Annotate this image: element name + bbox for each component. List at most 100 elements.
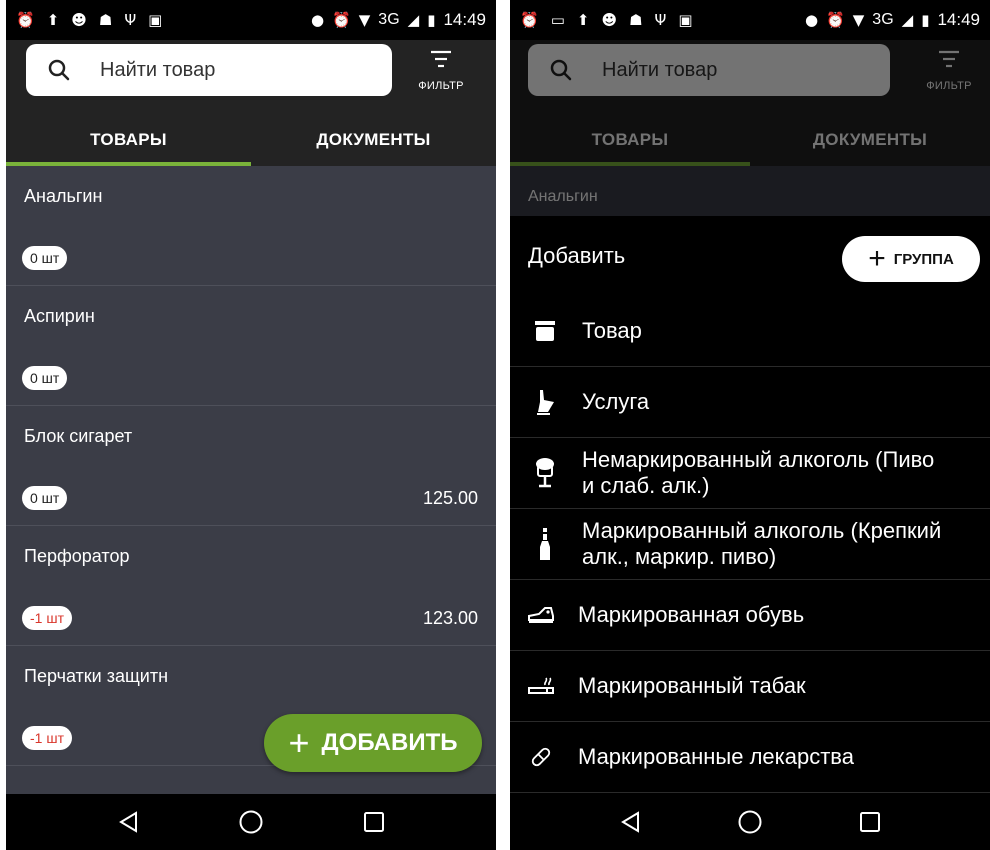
bottle-icon (528, 527, 562, 561)
android-icon: ☻ (601, 10, 618, 29)
menu-item-marked-alcohol[interactable]: Маркированный алкоголь (Крепкий алк., ма… (510, 509, 990, 580)
menu-item-label: Маркированный табак (578, 672, 806, 698)
menu-item-unmarked-alcohol[interactable]: Немаркированный алкоголь (Пиво и слаб. а… (510, 438, 990, 509)
back-triangle-icon (621, 811, 639, 833)
plus-icon: + (288, 722, 310, 763)
product-name: Блок сигарет (24, 426, 133, 446)
menu-item-label: Маркированный алкоголь (Крепкий алк., ма… (582, 518, 941, 571)
image-icon: ▣ (148, 10, 163, 29)
list-item[interactable]: Блок сигарет 0 шт 125.00 (6, 406, 496, 526)
product-name: Анальгин (24, 186, 103, 206)
battery-icon: ▮ (427, 10, 436, 29)
product-name: Аспирин (24, 306, 95, 326)
network-type: 3G (872, 11, 894, 28)
menu-item-label: Маркированная обувь (578, 601, 805, 627)
product-list: Анальгин 0 шт Аспирин 0 шт Блок сигарет … (6, 166, 496, 794)
recents-square-icon (364, 812, 385, 832)
box-icon (528, 319, 562, 343)
network-type: 3G (378, 11, 400, 28)
signal-icon: ◢ (901, 10, 914, 29)
menu-item-label: Маркированные лекарства (578, 743, 854, 769)
alarm-icon: ⏰ (332, 10, 351, 29)
menu-item-service[interactable]: Услуга (510, 367, 990, 438)
usb-icon: Ψ (654, 10, 667, 29)
image-icon: ▭ (550, 10, 565, 29)
android-icon: ☻ (71, 10, 87, 29)
product-name: Перчатки защитн (24, 666, 169, 686)
home-circle-icon (738, 810, 762, 834)
quantity-badge: 0 шт (22, 486, 68, 510)
wifi-icon: ▼ (852, 10, 865, 29)
menu-item-label: Товар (582, 317, 642, 343)
menu-item-label-line2: алк., маркир. пиво) (582, 544, 777, 569)
alarm-icon: ⏰ (826, 10, 845, 29)
image-icon: ▣ (678, 10, 693, 29)
quantity-badge: 0 шт (22, 246, 68, 270)
add-group-button[interactable]: + ГРУППА (842, 236, 980, 282)
quantity-badge: -1 шт (22, 726, 72, 750)
alarm-icon: ⏰ (520, 10, 539, 29)
quantity-badge: 0 шт (22, 366, 68, 390)
status-time: 14:49 (443, 10, 486, 29)
search-icon (48, 59, 70, 81)
phone-add-sheet-screen: ⏰ ▭ ⬆ ☻ ☗ Ψ ▣ ● ⏰ ▼ 3G ◢ ▮ 14:49 Найти т… (510, 0, 990, 850)
recents-button[interactable] (850, 802, 890, 842)
menu-item-marked-medicine[interactable]: Маркированные лекарства (510, 722, 990, 793)
menu-item-marked-tobacco[interactable]: Маркированный табак (510, 651, 990, 722)
battery-icon: ▮ (921, 10, 930, 29)
menu-item-label: Услуга (582, 388, 650, 414)
tab-bar: ТОВАРЫ ДОКУМЕНТЫ (6, 114, 496, 166)
filter-label: ФИЛЬТР (418, 80, 464, 92)
phone-products-screen: ⏰ ⬆ ☻ ☗ Ψ ▣ ● ⏰ ▼ 3G ◢ ▮ 14:49 Найти тов… (6, 0, 496, 850)
quantity-badge: -1 шт (22, 606, 72, 630)
shoe-icon (524, 606, 558, 624)
cigarette-icon (524, 675, 558, 697)
pill-icon (524, 745, 558, 769)
sheet-title: Добавить (528, 243, 626, 268)
beer-glass-icon (528, 457, 562, 489)
menu-item-product[interactable]: Товар (510, 296, 990, 367)
product-price: 125.00 (422, 488, 478, 508)
wifi-icon: ▼ (358, 10, 371, 29)
sheet-header: Добавить + ГРУППА (510, 216, 990, 296)
product-name: Перфоратор (24, 546, 130, 566)
home-button[interactable] (730, 802, 770, 842)
android-icon: ☗ (629, 10, 643, 29)
plus-icon: + (868, 242, 886, 275)
upload-icon: ⬆ (576, 10, 590, 29)
search-input[interactable] (100, 58, 360, 82)
back-button[interactable] (610, 802, 650, 842)
list-item[interactable]: Перфоратор -1 шт 123.00 (6, 526, 496, 646)
add-button[interactable]: + ДОБАВИТЬ (264, 714, 482, 772)
app-header: ФИЛЬТР ТОВАРЫ ДОКУМЕНТЫ (6, 40, 496, 166)
home-circle-icon (239, 810, 263, 834)
product-price: 123.00 (422, 608, 478, 628)
back-button[interactable] (108, 802, 148, 842)
android-icon: ☗ (98, 10, 113, 29)
menu-item-label-line2: и слаб. алк.) (582, 473, 710, 498)
list-item[interactable]: Анальгин 0 шт (6, 166, 496, 286)
recents-square-icon (860, 812, 880, 832)
tab-products[interactable]: ТОВАРЫ (6, 114, 251, 166)
tab-documents[interactable]: ДОКУМЕНТЫ (251, 114, 496, 166)
group-button-label: ГРУППА (893, 250, 954, 268)
back-triangle-icon (118, 811, 137, 833)
dim-overlay[interactable] (510, 40, 990, 216)
recents-button[interactable] (354, 802, 394, 842)
search-bar[interactable] (26, 44, 392, 96)
menu-item-marked-shoes[interactable]: Маркированная обувь (510, 580, 990, 651)
status-bar: ⏰ ▭ ⬆ ☻ ☗ Ψ ▣ ● ⏰ ▼ 3G ◢ ▮ 14:49 (510, 0, 990, 40)
menu-item-label: Немаркированный алкоголь (Пиво и слаб. а… (582, 447, 934, 500)
signal-icon: ◢ (407, 10, 420, 29)
menu-item-label-line1: Маркированный алкоголь (Крепкий (582, 517, 942, 543)
list-item[interactable]: Аспирин 0 шт (6, 286, 496, 406)
add-bottom-sheet: Добавить + ГРУППА Товар Услуга Немаркиро… (510, 216, 990, 794)
location-icon: ● (310, 10, 325, 29)
status-bar: ⏰ ⬆ ☻ ☗ Ψ ▣ ● ⏰ ▼ 3G ◢ ▮ 14:49 (6, 0, 496, 40)
alarm-icon: ⏰ (16, 10, 35, 29)
home-button[interactable] (231, 802, 271, 842)
menu-item-label-line1: Немаркированный алкоголь (Пиво (582, 446, 935, 472)
location-icon: ● (804, 10, 819, 29)
status-time: 14:49 (937, 10, 980, 29)
filter-button[interactable]: ФИЛЬТР (406, 50, 476, 102)
